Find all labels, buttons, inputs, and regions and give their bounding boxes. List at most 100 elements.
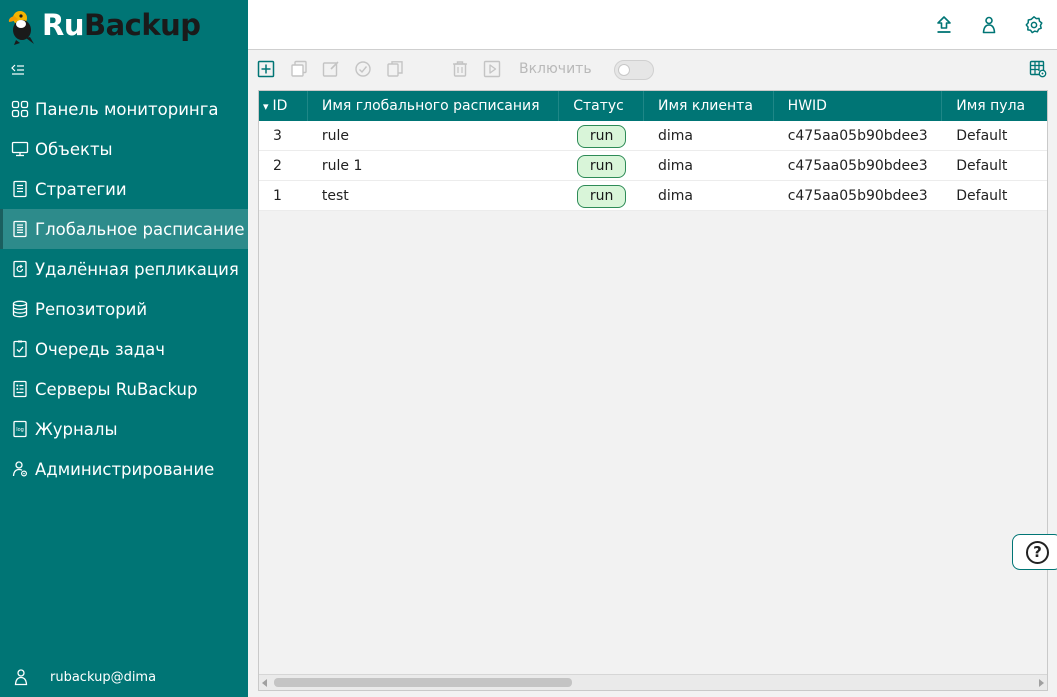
cell-client-name: dima	[658, 158, 694, 174]
copy-icon[interactable]	[290, 60, 308, 78]
sidebar-item-global-schedule[interactable]: Глобальное расписание	[0, 209, 248, 249]
sidebar-item-label: Журналы	[35, 419, 118, 439]
column-header-label: Имя клиента	[658, 98, 753, 114]
sidebar-item-label: Репозиторий	[35, 299, 148, 319]
cell-pool-name: Default	[956, 128, 1008, 144]
user-icon	[14, 669, 28, 686]
cell-status: run	[559, 151, 644, 181]
sidebar-item-logs[interactable]: log Журналы	[0, 409, 248, 449]
cell-pool-name: Default	[956, 188, 1008, 204]
column-header-client-name[interactable]: Имя клиента	[644, 91, 774, 121]
scroll-left-arrow-icon[interactable]	[262, 679, 267, 687]
server-icon	[13, 380, 27, 398]
table-header: ▾ ID Имя глобального расписания Статус Им…	[259, 91, 1047, 121]
check-run-icon[interactable]	[354, 60, 372, 78]
sidebar: RuBackup Панель мониторинга Объекты Стра…	[0, 0, 248, 697]
scrollbar-thumb[interactable]	[274, 678, 572, 687]
table-row[interactable]: 2 rule 1 run dima c475aa05b90bdee3 Defau…	[259, 151, 1047, 181]
sidebar-item-administration[interactable]: Администрирование	[0, 449, 248, 489]
settings-gear-icon[interactable]	[1024, 15, 1044, 35]
column-header-status[interactable]: Статус	[559, 91, 644, 121]
current-user[interactable]: rubackup@dima	[12, 668, 156, 686]
sidebar-item-label: Панель мониторинга	[35, 99, 219, 119]
user-name: rubackup@dima	[50, 669, 157, 685]
sidebar-item-rubackup-servers[interactable]: Серверы RuBackup	[0, 369, 248, 409]
column-header-label: Имя пула	[956, 98, 1026, 114]
monitor-icon	[11, 141, 29, 157]
toggle-knob	[618, 64, 630, 76]
upload-icon[interactable]	[934, 15, 954, 35]
global-schedule-table: ▾ ID Имя глобального расписания Статус Им…	[258, 90, 1048, 691]
cell-hwid: c475aa05b90bdee3	[787, 188, 928, 204]
top-header	[248, 0, 1057, 50]
scroll-right-arrow-icon[interactable]	[1039, 679, 1044, 687]
sidebar-item-label: Стратегии	[35, 179, 127, 199]
cell-pool-name: Default	[956, 158, 1008, 174]
sidebar-item-task-queue[interactable]: Очередь задач	[0, 329, 248, 369]
sidebar-item-dashboard[interactable]: Панель мониторинга	[0, 89, 248, 129]
column-header-id[interactable]: ▾ ID	[259, 91, 308, 121]
log-icon: log	[13, 420, 27, 438]
enable-toggle[interactable]	[614, 60, 654, 80]
schedule-icon	[13, 220, 27, 238]
cell-schedule-name: test	[321, 188, 349, 204]
duplicate-icon[interactable]	[386, 60, 404, 78]
task-queue-icon	[13, 340, 27, 358]
cell-hwid: c475aa05b90bdee3	[787, 128, 928, 144]
add-icon[interactable]	[257, 60, 275, 78]
horizontal-scrollbar[interactable]	[259, 674, 1047, 690]
cell-client-name: dima	[658, 188, 694, 204]
toucan-logo-icon	[8, 11, 34, 45]
logo-text-backup: Backup	[83, 8, 201, 42]
run-icon[interactable]	[483, 60, 501, 78]
status-badge: run	[576, 184, 627, 208]
sidebar-item-label: Серверы RuBackup	[35, 379, 198, 399]
table-row[interactable]: 1 test run dima c475aa05b90bdee3 Default	[259, 181, 1047, 211]
help-button[interactable]: ?	[1012, 534, 1057, 570]
delete-icon[interactable]	[451, 60, 469, 78]
sidebar-item-label: Глобальное расписание	[35, 219, 245, 239]
column-header-label: ID	[272, 98, 288, 114]
column-header-pool-name[interactable]: Имя пула	[942, 91, 1047, 121]
svg-text:log: log	[16, 427, 24, 433]
column-header-schedule-name[interactable]: Имя глобального расписания	[308, 91, 560, 121]
cell-status: run	[559, 181, 644, 211]
sidebar-item-label: Очередь задач	[35, 339, 166, 359]
database-icon	[12, 300, 28, 318]
cell-client-name: dima	[658, 128, 694, 144]
cell-status: run	[559, 121, 644, 151]
column-header-label: Статус	[573, 98, 624, 114]
sidebar-nav: Панель мониторинга Объекты Стратегии Гло…	[0, 89, 248, 489]
table-settings-icon[interactable]	[1029, 60, 1047, 78]
admin-user-icon	[12, 461, 28, 477]
dashboard-icon	[11, 100, 29, 118]
replication-icon	[13, 260, 27, 278]
cell-id: 3	[273, 128, 282, 144]
sidebar-item-objects[interactable]: Объекты	[0, 129, 248, 169]
table-toolbar: Включить	[248, 50, 1057, 90]
sidebar-item-label: Удалённая репликация	[35, 259, 239, 279]
sidebar-item-remote-replication[interactable]: Удалённая репликация	[0, 249, 248, 289]
sidebar-item-label: Администрирование	[35, 459, 215, 479]
edit-icon[interactable]	[322, 60, 340, 78]
document-icon	[13, 180, 27, 198]
sort-desc-icon: ▾	[263, 99, 269, 113]
sidebar-item-label: Объекты	[35, 139, 113, 159]
cell-hwid: c475aa05b90bdee3	[787, 158, 928, 174]
sidebar-item-strategies[interactable]: Стратегии	[0, 169, 248, 209]
user-profile-icon[interactable]	[979, 15, 999, 35]
column-header-label: HWID	[787, 98, 827, 114]
logo-text: RuBackup	[42, 8, 201, 42]
help-question-icon: ?	[1026, 541, 1049, 564]
cell-id: 2	[273, 158, 282, 174]
status-badge: run	[576, 124, 627, 148]
rubackup-logo[interactable]: RuBackup	[6, 4, 201, 46]
collapse-sidebar-icon[interactable]	[10, 62, 26, 78]
sidebar-item-repository[interactable]: Репозиторий	[0, 289, 248, 329]
enable-label: Включить	[519, 61, 592, 77]
logo-text-ru: Ru	[42, 8, 84, 42]
column-header-label: Имя глобального расписания	[321, 98, 540, 114]
table-row[interactable]: 3 rule run dima c475aa05b90bdee3 Default	[259, 121, 1047, 151]
column-header-hwid[interactable]: HWID	[774, 91, 943, 121]
cell-id: 1	[273, 188, 282, 204]
